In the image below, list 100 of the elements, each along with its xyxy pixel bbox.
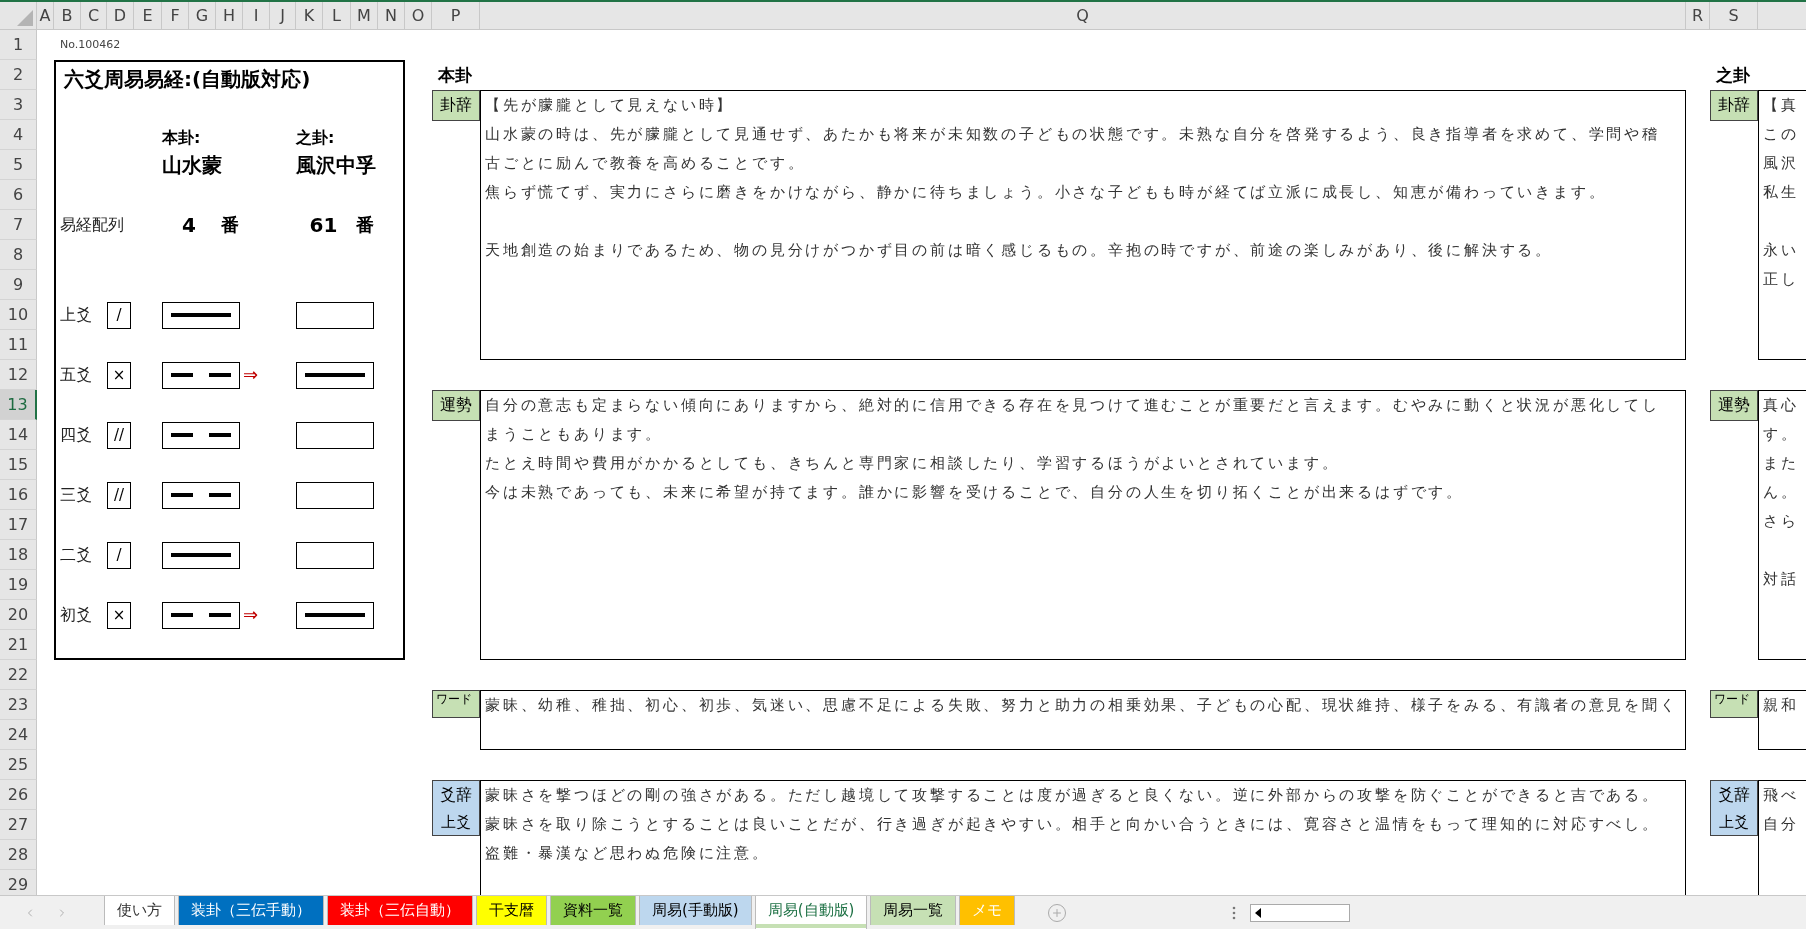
row-header[interactable]: 17 [0,510,37,540]
drag-handle-icon[interactable] [1232,905,1237,920]
column-header[interactable]: H [216,2,243,30]
row-header[interactable]: 13 [0,390,37,420]
sub-label: 上爻 [1719,812,1749,833]
row-header[interactable]: 14 [0,420,37,450]
column-header[interactable]: L [323,2,351,30]
row-header[interactable]: 25 [0,750,37,780]
label-tag: 運勢 [432,390,480,421]
sheet-tab[interactable]: 周易一覧 [870,896,957,925]
hexagram-name: 風沢中孚 [296,152,377,179]
paragraph: 蒙昧、幼稚、稚拙、初心、初歩、気迷い、思慮不足による失敗、努力と助力の相乗効果、子どもの心配、現状維持、様子をみる、有識者の意見を聞く [485,695,1677,716]
paragraph: 自分 [1763,814,1800,835]
sheet-tab[interactable]: 周易(自動版) [754,896,868,929]
paragraph: 風沢 [1763,153,1800,174]
sheet-tab[interactable]: 周易(手動版) [639,896,752,925]
paragraph: ん。 [1763,482,1800,503]
select-all-corner[interactable] [0,2,37,30]
label-text: 爻辞 [440,784,472,806]
paragraph: 【先が朦朧として見えない時】 [485,95,736,116]
mark-cell: × [107,361,131,389]
row-header[interactable]: 15 [0,450,37,480]
column-header[interactable]: D [107,2,134,30]
column-header[interactable]: I [243,2,270,30]
paragraph: す。 [1763,424,1800,445]
column-header[interactable]: P [432,2,480,30]
column-header[interactable]: N [378,2,405,30]
mark-cell: // [107,421,131,449]
column-header[interactable]: B [54,2,81,30]
serial-number: No.100462 [59,37,122,53]
label-tag: 卦辞 [1710,90,1758,121]
sheet-tab[interactable]: 装卦（三伝自動） [327,896,473,925]
column-header[interactable]: J [270,2,296,30]
column-header[interactable]: Q [480,2,1686,30]
sheet-tab[interactable]: 資料一覧 [550,896,636,925]
row-header[interactable]: 29 [0,870,37,895]
scroll-left-icon[interactable] [1253,906,1264,919]
paragraph: 親和 [1763,695,1800,716]
row-header[interactable]: 1 [0,30,37,60]
number-unit: 番 [354,213,375,237]
paragraph: 私生 [1763,182,1800,203]
mark-cell: // [107,481,131,509]
line-label: 三爻 [59,484,93,506]
column-header[interactable]: R [1686,2,1710,30]
paragraph: また [1763,453,1800,474]
change-arrow: ⇒ [243,603,260,627]
column-header[interactable]: G [189,2,216,30]
paragraph: 飛べ [1763,785,1800,806]
column-header[interactable]: O [405,2,432,30]
row-header[interactable]: 16 [0,480,37,510]
row-header[interactable]: 21 [0,630,37,660]
label-tag: 卦辞 [432,90,480,121]
hexagram-heading: 本卦: [162,127,202,149]
paragraph: 正し [1763,269,1800,290]
paragraph: さら [1763,511,1800,532]
column-header[interactable]: E [134,2,162,30]
panel-title: 六爻周易易経:(自動版対応) [63,66,312,90]
line-label: 五爻 [59,364,93,386]
sheet-tab[interactable]: 使い方 [104,896,175,925]
row-header[interactable]: 4 [0,120,37,150]
row-header[interactable]: 9 [0,270,37,300]
row-header[interactable]: 11 [0,330,37,360]
hexagram-number: 4 [181,212,197,239]
paragraph: 蒙昧さを取り除こうとすることは良いことだが、行き過ぎが起きやすい。相手と向かい合うときには、寛容さと温情をもって理知的に対応すべし。 [485,814,1661,835]
row-header[interactable]: 18 [0,540,37,570]
paragraph: 山水蒙の時は、先が朦朧として見通せず、あたかも将来が未知数の子どもの状態です。未熟な自分を啓発するよう、良き指導者を求めて、学問や稽古ごとに励んで教養を高めることです。 [485,124,1661,174]
line-label: 上爻 [59,304,93,326]
column-header[interactable]: K [296,2,323,30]
row-header[interactable]: 28 [0,840,37,870]
row-header[interactable]: 19 [0,570,37,600]
row-header[interactable]: 6 [0,180,37,210]
row-header[interactable]: 20 [0,600,37,630]
paragraph: 盗難・暴漢など思わぬ危険に注意。 [485,843,771,864]
line-label: 二爻 [59,544,93,566]
column-header[interactable]: A [37,2,54,30]
column-heading: 本卦 [437,64,473,87]
column-header[interactable]: C [81,2,107,30]
horizontal-scrollbar[interactable] [1250,903,1351,922]
column-header[interactable]: M [351,2,378,30]
sheet-tab[interactable]: 干支暦 [476,896,547,925]
paragraph: 天地創造の始まりであるため、物の見分けがつかず目の前は暗く感じるもの。辛抱の時ですが、前途の楽しみがあり、後に解決する。 [485,240,1554,261]
mark-cell: / [107,301,131,329]
sheet-tab[interactable]: 装卦（三伝手動） [178,896,324,925]
row-header[interactable]: 24 [0,720,37,750]
row-header[interactable]: 22 [0,660,37,690]
change-arrow: ⇒ [243,363,260,387]
row-header[interactable]: 10 [0,300,37,330]
row-header[interactable]: 3 [0,90,37,120]
row-header[interactable]: 8 [0,240,37,270]
row-header[interactable]: 5 [0,150,37,180]
row-header[interactable]: 2 [0,60,37,90]
paragraph: 【真 [1763,95,1800,116]
row-header[interactable]: 26 [0,780,37,810]
column-header[interactable]: S [1710,2,1758,30]
row-header[interactable]: 27 [0,810,37,840]
row-header[interactable]: 7 [0,210,37,240]
hexagram-name: 山水蒙 [162,152,223,179]
column-header[interactable]: F [162,2,189,30]
row-header[interactable]: 23 [0,690,37,720]
row-header[interactable]: 12 [0,360,37,390]
